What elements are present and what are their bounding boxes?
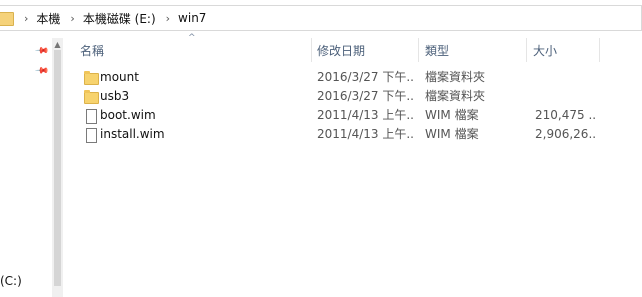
file-size (535, 68, 595, 87)
file-name: mount (100, 70, 139, 84)
pin-icon[interactable]: 📌 (34, 63, 49, 78)
file-icon (84, 109, 97, 124)
breadcrumb-item-win7[interactable]: › win7 (156, 11, 207, 25)
drive-c-label[interactable]: (C:) (0, 274, 22, 288)
file-size: 2,906,26... (535, 127, 595, 141)
file-row-usb3[interactable]: usb3 2016/3/27 下午... 檔案資料夾 (80, 87, 610, 106)
file-name: boot.wim (100, 108, 156, 122)
column-header-size[interactable]: 大小 (533, 38, 600, 62)
file-row-install-wim[interactable]: install.wim 2011/4/13 上午... WIM 檔案 2,906… (80, 125, 610, 144)
chevron-right-icon[interactable]: › (24, 12, 28, 25)
file-name: install.wim (100, 127, 165, 141)
file-date: 2011/4/13 上午... (317, 108, 413, 122)
file-type: WIM 檔案 (425, 127, 479, 141)
breadcrumb-item-drive-e[interactable]: › 本機磁碟 (E:) (60, 10, 155, 27)
file-size: 210,475 ... (535, 108, 595, 122)
column-header-type[interactable]: 類型 (425, 38, 527, 62)
file-type: 檔案資料夾 (425, 70, 486, 84)
pin-icon[interactable]: 📌 (34, 43, 49, 58)
scroll-up-icon[interactable]: ▲ (52, 40, 63, 49)
column-header-name[interactable]: 名稱 (80, 38, 312, 62)
nav-scrollbar[interactable]: ▲ (52, 38, 63, 297)
breadcrumb-item-this-pc[interactable]: › 本機 (14, 10, 60, 27)
column-header-date[interactable]: 修改日期 (317, 38, 419, 62)
column-header-type-label: 類型 (425, 43, 450, 58)
folder-icon (84, 90, 99, 104)
address-bar[interactable]: › 本機 › 本機磁碟 (E:) › win7 (0, 5, 642, 31)
folder-icon (0, 12, 14, 26)
folder-icon (84, 71, 99, 85)
file-row-boot-wim[interactable]: boot.wim 2011/4/13 上午... WIM 檔案 210,475 … (80, 106, 610, 125)
file-date: 2016/3/27 下午... (317, 89, 413, 103)
file-size (535, 87, 595, 106)
column-header-size-label: 大小 (533, 43, 558, 58)
file-type: WIM 檔案 (425, 108, 479, 122)
file-type: 檔案資料夾 (425, 89, 486, 103)
file-row-mount[interactable]: mount 2016/3/27 下午... 檔案資料夾 (80, 68, 610, 87)
scrollbar-thumb[interactable] (54, 50, 61, 286)
chevron-right-icon[interactable]: › (70, 12, 74, 25)
file-date: 2011/4/13 上午... (317, 127, 413, 141)
column-header-name-label: 名稱 (80, 43, 105, 58)
chevron-right-icon[interactable]: › (166, 12, 170, 25)
file-icon (84, 128, 97, 143)
navigation-pane[interactable]: 📌 📌 (C:) ▲ (0, 38, 63, 297)
file-date: 2016/3/27 下午... (317, 70, 413, 84)
column-header-date-label: 修改日期 (317, 43, 366, 58)
file-name: usb3 (100, 89, 130, 103)
